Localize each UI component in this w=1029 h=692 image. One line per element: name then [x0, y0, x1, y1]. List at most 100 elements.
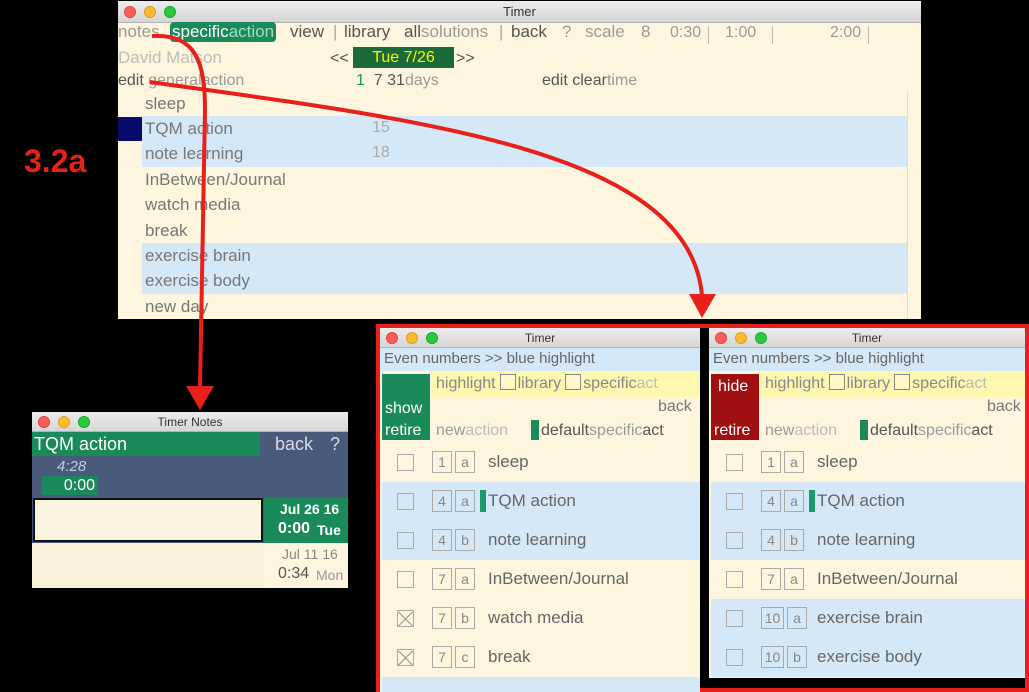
activity-row[interactable]: sleep: [142, 91, 907, 117]
retire-row[interactable]: 10 b exercise body: [711, 638, 1025, 677]
group-number: 1: [761, 451, 781, 473]
retire-row[interactable]: 4 b note learning: [382, 521, 700, 560]
group-number: 7: [761, 568, 781, 590]
retire-row[interactable]: 7 a InBetween/Journal: [382, 560, 700, 599]
activity-row[interactable]: InBetween/Journal: [142, 167, 907, 193]
retire-checkbox[interactable]: [726, 571, 743, 588]
library-menu[interactable]: library: [344, 22, 390, 42]
minimize-button[interactable]: [735, 332, 747, 344]
retire-checkbox-checked[interactable]: [397, 610, 414, 627]
view-menu[interactable]: view: [290, 22, 324, 42]
prev-day-button[interactable]: <<: [330, 50, 349, 68]
activity-row[interactable]: note learning 18: [142, 141, 907, 167]
retire-checkbox[interactable]: [726, 532, 743, 549]
day-1-option[interactable]: 1: [356, 72, 365, 89]
all-solutions-menu[interactable]: allsolutions: [404, 22, 488, 42]
tick-line: [868, 26, 869, 44]
default-specific-act[interactable]: defaultspecificact: [870, 422, 993, 440]
default-specific-act[interactable]: defaultspecificact: [541, 422, 664, 440]
retire-row[interactable]: 7 b watch media: [382, 599, 700, 638]
retire-checkbox[interactable]: [726, 649, 743, 666]
activity-name: note learning: [145, 144, 244, 163]
edit-label: edit: [542, 72, 568, 89]
minimize-button[interactable]: [144, 6, 156, 18]
timer-value[interactable]: 0:00: [42, 476, 98, 495]
notes-back-button[interactable]: back: [275, 434, 313, 455]
scale-value[interactable]: 8: [641, 22, 650, 42]
zoom-button[interactable]: [426, 332, 438, 344]
edit-clear-time[interactable]: edit cleartime: [542, 72, 637, 90]
minimize-button[interactable]: [58, 416, 70, 428]
next-day-button[interactable]: >>: [456, 50, 475, 68]
day-7-option[interactable]: 7: [374, 72, 383, 89]
minimize-button[interactable]: [406, 332, 418, 344]
close-button[interactable]: [386, 332, 398, 344]
activity-row[interactable]: TQM action 15: [142, 116, 907, 142]
edit-general-action[interactable]: edit generalaction: [118, 72, 244, 90]
note-entry[interactable]: Jul 11 16 0:34 Mon: [264, 543, 348, 588]
retire-checkbox[interactable]: [726, 454, 743, 471]
retire-row[interactable]: 7 a InBetween/Journal: [711, 560, 1025, 599]
hint-text: Even numbers >> blue highlight: [713, 350, 924, 367]
retire-row-partial[interactable]: [382, 677, 700, 692]
date-display[interactable]: Tue 7/26: [353, 47, 454, 68]
retire-row[interactable]: 4 b note learning: [711, 521, 1025, 560]
close-button[interactable]: [38, 416, 50, 428]
retire-row[interactable]: 7 c break: [382, 638, 700, 677]
retire-checkbox-checked[interactable]: [397, 649, 414, 666]
days-selector: 1 7 31days: [356, 72, 439, 90]
activity-row[interactable]: new day: [142, 294, 907, 319]
retire-checkbox[interactable]: [726, 493, 743, 510]
activity-row[interactable]: exercise brain: [142, 243, 907, 269]
library-label: library: [846, 375, 891, 392]
new-action-button[interactable]: newaction: [765, 422, 837, 440]
library-checkbox[interactable]: [828, 374, 845, 390]
zoom-button[interactable]: [164, 6, 176, 18]
retire-checkbox[interactable]: [397, 532, 414, 549]
scrollbar-track[interactable]: [907, 91, 921, 319]
retire-row[interactable]: 4 a TQM action: [711, 482, 1025, 521]
activity-row[interactable]: break: [142, 218, 907, 244]
retire-row[interactable]: 10 a exercise brain: [711, 599, 1025, 638]
activity-name: exercise brain: [817, 608, 923, 627]
show-retire-toggle[interactable]: show retire: [382, 374, 430, 440]
back-button[interactable]: back: [987, 398, 1021, 416]
retire-checkbox[interactable]: [397, 454, 414, 471]
notes-menu[interactable]: notes: [118, 22, 160, 42]
help-button[interactable]: ?: [562, 22, 571, 42]
activity-row[interactable]: watch media: [142, 192, 907, 218]
note-editor-empty[interactable]: [32, 543, 264, 588]
retire-checkbox[interactable]: [726, 610, 743, 627]
zoom-button[interactable]: [755, 332, 767, 344]
clear-label: clear: [572, 72, 607, 89]
notes-help-button[interactable]: ?: [330, 434, 340, 455]
library-checkbox[interactable]: [499, 374, 516, 390]
day-31-option[interactable]: 31: [387, 72, 405, 89]
note-editor[interactable]: [33, 498, 263, 542]
back-button[interactable]: back: [511, 22, 547, 42]
back-button[interactable]: back: [658, 398, 692, 416]
retire-row[interactable]: 1 a sleep: [711, 443, 1025, 482]
retire-row[interactable]: 4 a TQM action: [382, 482, 700, 521]
activity-row[interactable]: exercise body: [142, 268, 907, 294]
specific-checkbox[interactable]: [894, 374, 911, 390]
activity-name: watch media: [145, 195, 241, 214]
retire-checkbox[interactable]: [397, 571, 414, 588]
new-action-button[interactable]: newaction: [436, 422, 508, 440]
specific-action-menu[interactable]: specificaction: [170, 22, 277, 42]
group-letter: a: [787, 607, 807, 629]
highlight-option[interactable]: highlight library specificact: [436, 374, 658, 393]
group-number: 7: [432, 607, 452, 629]
hide-retire-toggle[interactable]: hide retire: [711, 374, 759, 440]
note-entry-selected[interactable]: Jul 26 16 0:00 Tue: [264, 498, 348, 543]
specific-label: specific: [589, 422, 643, 439]
retire-row[interactable]: 1 a sleep: [382, 443, 700, 482]
specific-checkbox[interactable]: [565, 374, 582, 390]
highlight-option[interactable]: highlight library specificact: [765, 374, 987, 393]
window-title: Timer: [524, 331, 556, 345]
selected-row-marker: [118, 117, 142, 141]
close-button[interactable]: [124, 6, 136, 18]
retire-checkbox[interactable]: [397, 493, 414, 510]
zoom-button[interactable]: [78, 416, 90, 428]
close-button[interactable]: [715, 332, 727, 344]
